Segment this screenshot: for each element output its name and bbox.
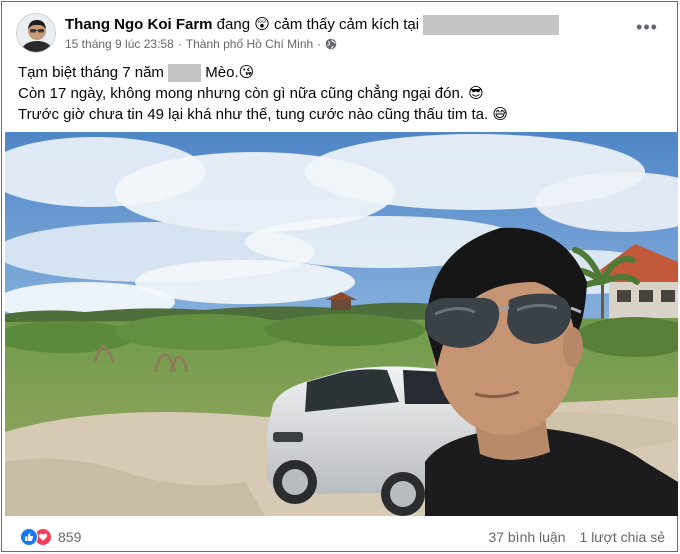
- ellipsis-icon: •••: [636, 16, 658, 37]
- post-location[interactable]: Thành phố Hồ Chí Minh: [186, 37, 313, 51]
- meta-separator: ·: [177, 37, 182, 51]
- globe-icon[interactable]: [325, 38, 337, 50]
- reaction-count: 859: [58, 529, 82, 545]
- feeling-emoji-icon: 😲: [254, 16, 270, 33]
- post-header: Thang Ngo Koi Farm đang 😲 cảm thấy cảm k…: [65, 15, 560, 36]
- feeling-text: cảm thấy cảm kích tại: [274, 16, 420, 33]
- reactions-summary[interactable]: 859: [20, 528, 81, 546]
- sunglasses-emoji-icon: 😎: [468, 85, 484, 102]
- shares-count-link[interactable]: 1 lượt chia sẻ: [580, 529, 665, 545]
- kiss-emoji-icon: 😘: [238, 64, 255, 81]
- post-timestamp[interactable]: 15 tháng 9 lúc 23:58: [65, 37, 174, 51]
- like-icon: [20, 528, 38, 546]
- meta-separator: ·: [317, 37, 322, 51]
- redacted-year-block: [168, 64, 202, 83]
- author-avatar[interactable]: [16, 13, 56, 53]
- post-card: Thang Ngo Koi Farm đang 😲 cảm thấy cảm k…: [1, 1, 678, 552]
- post-caption: Tạm biệt tháng 7 năm Mèo.😘 Còn 17 ngày, …: [18, 62, 658, 125]
- comments-count-link[interactable]: 37 bình luận: [488, 529, 565, 545]
- caption-line-2: Còn 17 ngày, không mong nhưng còn gì nữa…: [18, 85, 484, 102]
- caption-line-3: Trước giờ chưa tin 49 lại khá như thế, t…: [18, 106, 508, 123]
- more-options-button[interactable]: •••: [635, 15, 659, 39]
- post-footer: 859 37 bình luận 1 lượt chia sẻ: [2, 520, 679, 553]
- feeling-prefix: đang: [216, 16, 251, 33]
- sweat-smile-emoji-icon: 😅: [492, 106, 508, 123]
- engagement-stats: 37 bình luận 1 lượt chia sẻ: [488, 529, 665, 545]
- post-meta: 15 tháng 9 lúc 23:58 · Thành phố Hồ Chí …: [65, 37, 337, 51]
- author-name[interactable]: Thang Ngo Koi Farm: [65, 16, 213, 33]
- redacted-location-block: [423, 15, 560, 36]
- caption-line-1: Tạm biệt tháng 7 năm Mèo.😘: [18, 64, 255, 83]
- post-photo[interactable]: [5, 132, 678, 516]
